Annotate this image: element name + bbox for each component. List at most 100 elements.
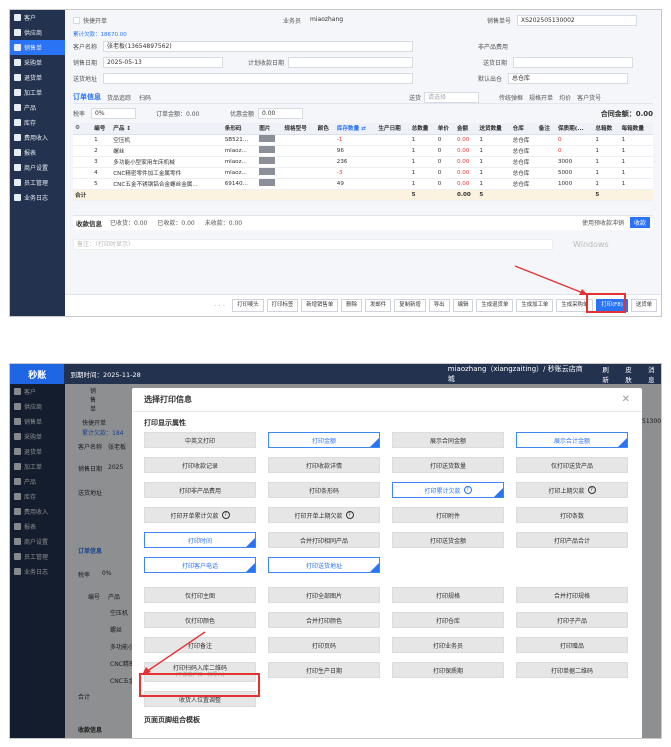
remark-field[interactable]: 备注：（打印时显示） <box>73 238 553 250</box>
table-cell[interactable]: 0 <box>435 145 455 157</box>
table-cell[interactable]: 1 <box>619 134 653 146</box>
refresh-link[interactable]: 刷新 <box>602 364 615 384</box>
table-row[interactable]: 2 螺丝 mlaoz... 96 1 0 0.00 1 总仓库 0 1 1 <box>73 145 653 157</box>
action-button[interactable]: 编辑 <box>452 299 474 312</box>
help-icon[interactable]: ? <box>587 486 596 494</box>
table-cell[interactable] <box>536 156 556 168</box>
table-cell[interactable] <box>376 167 410 179</box>
print-option-button[interactable]: 打印客户电话 <box>144 557 256 573</box>
salesman-field[interactable]: miaozhang <box>307 15 457 26</box>
table-cell[interactable]: CNC精密零件加工金属零件 <box>111 167 223 179</box>
table-cell[interactable]: -1 <box>334 134 377 146</box>
action-button[interactable]: 发邮件 <box>365 299 392 312</box>
help-icon[interactable]: ? <box>463 486 472 494</box>
table-cell[interactable]: 1 <box>619 145 653 157</box>
table-cell[interactable] <box>536 145 556 157</box>
table-cell[interactable]: 0.00 <box>454 167 478 179</box>
table-cell[interactable] <box>376 145 410 157</box>
table-cell[interactable]: -3 <box>334 167 377 179</box>
order-no-field[interactable]: XS202505130002 <box>517 15 637 26</box>
table-cell[interactable] <box>536 167 556 179</box>
table-cell[interactable]: 1 <box>409 145 436 157</box>
help-icon[interactable]: ? <box>221 511 230 519</box>
product-thumbnail[interactable] <box>257 167 283 179</box>
print-option-button[interactable]: 打印全部图片 <box>268 587 380 603</box>
print-option-button[interactable]: 展示合计金额 <box>516 432 628 448</box>
table-cell[interactable]: 0 <box>435 167 455 179</box>
table-row[interactable]: 4 CNC精密零件加工金属零件 mlaoz... -3 1 0 0.00 1 总仓库 5000 1 1 <box>73 167 653 179</box>
print-option-button[interactable]: 打印业务员 <box>392 637 504 653</box>
tax-rate-field[interactable]: 0% <box>91 108 136 119</box>
sidebar-item[interactable]: 退货单 <box>10 70 65 85</box>
more-dots[interactable]: · · · <box>214 302 225 310</box>
table-cell[interactable] <box>282 178 316 190</box>
action-button[interactable]: 导出 <box>428 299 450 312</box>
non-product-checkbox[interactable]: 非产品费用 <box>478 42 508 51</box>
table-cell[interactable]: 1 <box>593 145 620 157</box>
table-cell[interactable] <box>315 134 335 146</box>
action-button[interactable]: 复制新增 <box>394 299 426 312</box>
table-cell[interactable] <box>282 134 316 146</box>
table-cell[interactable]: 1 <box>477 167 511 179</box>
table-cell[interactable]: 1 <box>409 134 436 146</box>
table-cell[interactable] <box>282 156 316 168</box>
action-button[interactable]: 生成退货单 <box>476 299 514 312</box>
close-icon[interactable]: ✕ <box>622 394 630 405</box>
print-option-button[interactable]: 打印保质期 <box>392 662 504 678</box>
table-cell[interactable] <box>282 145 316 157</box>
table-cell[interactable]: 1 <box>619 167 653 179</box>
table-cell[interactable]: 总仓库 <box>510 156 537 168</box>
delivery-date-field[interactable] <box>513 57 633 68</box>
print-option-button[interactable]: 打印备注 <box>144 637 256 653</box>
print-option-button[interactable]: 打印时间 <box>144 532 256 548</box>
out-wh-field[interactable]: 总仓库 <box>508 73 628 84</box>
sidebar-item[interactable]: 报表 <box>10 145 65 160</box>
table-cell[interactable]: mlaoz... <box>222 145 258 157</box>
delivery-select[interactable]: 请选择 <box>424 91 480 103</box>
print-option-button[interactable]: 仅打印颜色 <box>144 612 256 628</box>
table-cell[interactable]: 0 <box>435 178 455 190</box>
table-cell[interactable] <box>315 145 335 157</box>
table-cell[interactable]: 1 <box>593 178 620 190</box>
discount-field[interactable]: 0.00 <box>258 108 303 119</box>
table-cell[interactable]: 总仓库 <box>510 167 537 179</box>
table-cell[interactable]: 1 <box>477 156 511 168</box>
action-button[interactable]: 打印唛头 <box>232 299 264 312</box>
table-cell[interactable]: 0.00 <box>454 145 478 157</box>
action-button[interactable]: 生成加工单 <box>516 299 554 312</box>
print-option-button[interactable]: 打印送货金额 <box>392 532 504 548</box>
table-row[interactable]: 5 CNC五金不锈钢铝合金螺丝金属... 69140... 49 1 0 0.00 1 总仓库 1… <box>73 178 653 190</box>
table-cell[interactable]: mlaoz... <box>222 156 258 168</box>
table-cell[interactable] <box>536 178 556 190</box>
print-option-button[interactable]: 打印规格 <box>392 587 504 603</box>
table-cell[interactable]: 1 <box>409 178 436 190</box>
sidebar-item[interactable]: 员工管理 <box>10 175 65 190</box>
table-cell[interactable]: 总仓库 <box>510 134 537 146</box>
table-cell[interactable]: 69140... <box>222 178 258 190</box>
table-cell[interactable]: 96 <box>334 145 377 157</box>
sidebar-item[interactable]: 业务日志 <box>10 190 65 205</box>
collect-date-field[interactable] <box>288 57 413 68</box>
table-cell[interactable]: 1 <box>619 156 653 168</box>
print-option-button[interactable]: 仅打印送货产品 <box>516 457 628 473</box>
quick-open-checkbox[interactable] <box>73 17 80 24</box>
product-thumbnail[interactable] <box>257 145 283 157</box>
sidebar-item[interactable]: 供应商 <box>10 25 65 40</box>
print-option-button[interactable]: 打印条数 <box>516 507 628 523</box>
table-cell[interactable] <box>376 134 410 146</box>
prepay-checkbox[interactable]: 使用预收款冲销 <box>582 218 624 227</box>
table-cell[interactable]: 1000 <box>555 178 594 190</box>
table-cell[interactable]: 1 <box>409 156 436 168</box>
table-cell[interactable]: 总仓库 <box>510 178 537 190</box>
table-cell[interactable] <box>282 167 316 179</box>
sidebar-item[interactable]: 费用收入 <box>10 130 65 145</box>
print-option-button[interactable]: 打印开单上期欠款? <box>268 507 380 523</box>
table-cell[interactable]: CNC五金不锈钢铝合金螺丝金属... <box>111 178 223 190</box>
print-option-button[interactable]: 打印金额 <box>268 432 380 448</box>
customer-sku-checkbox[interactable]: 客户货号 <box>577 93 601 102</box>
print-option-button[interactable]: 打印仓库 <box>392 612 504 628</box>
sidebar-item[interactable]: 销售单 <box>10 40 65 55</box>
table-cell[interactable]: 螺丝 <box>111 145 223 157</box>
table-row[interactable]: 1 空压机 SB521... -1 1 0 0.00 1 总仓库 0 1 1 <box>73 134 653 146</box>
action-button[interactable]: 打印标签 <box>266 299 299 312</box>
